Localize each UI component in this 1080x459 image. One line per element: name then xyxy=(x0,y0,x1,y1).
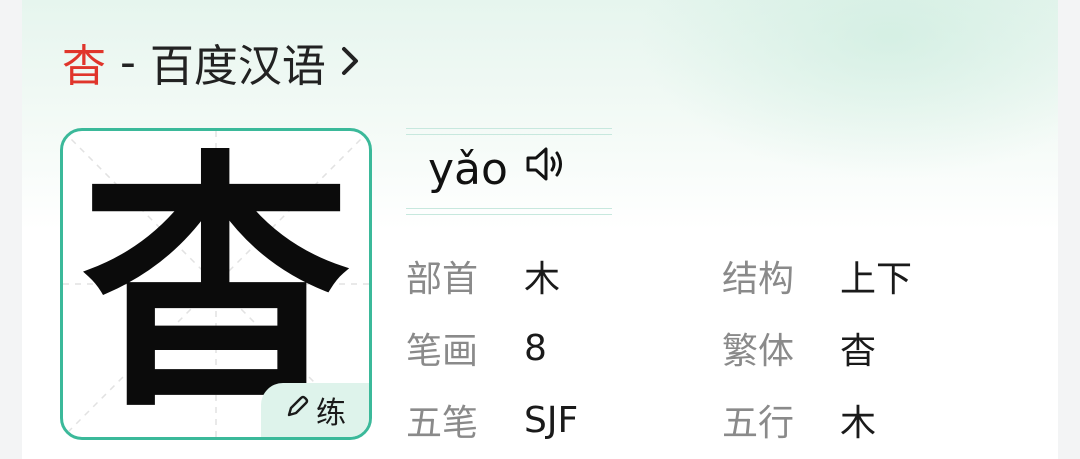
info-strokes: 笔画 8 xyxy=(406,322,547,374)
info-radical: 部首 木 xyxy=(406,250,560,302)
pinyin-guide-line xyxy=(406,128,612,129)
info-value: 杳 xyxy=(840,331,877,372)
pinyin-guide-line xyxy=(406,208,612,209)
info-value: 上下 xyxy=(840,259,913,300)
info-label: 部首 xyxy=(406,259,479,300)
pinyin-text: yǎo xyxy=(428,144,508,195)
info-label: 结构 xyxy=(722,259,795,300)
info-wuxing: 五行 木 xyxy=(722,394,876,446)
speaker-icon[interactable] xyxy=(524,144,570,195)
info-traditional: 繁体 杳 xyxy=(722,322,876,374)
title-separator: - xyxy=(120,36,136,88)
practice-button[interactable]: 练 xyxy=(261,383,369,437)
title-source: 百度汉语 xyxy=(149,41,326,92)
info-label: 笔画 xyxy=(406,331,479,372)
info-value: 8 xyxy=(524,327,547,369)
pinyin-guide-line xyxy=(406,214,612,215)
info-label: 五笔 xyxy=(406,403,479,444)
info-structure: 结构 上下 xyxy=(722,250,912,302)
title-character: 杳 xyxy=(62,41,106,92)
info-value: 木 xyxy=(524,259,561,300)
pencil-icon xyxy=(284,393,316,428)
info-wubi: 五笔 SJF xyxy=(406,394,578,446)
info-label: 繁体 xyxy=(722,331,795,372)
info-label: 五行 xyxy=(722,403,795,444)
dictionary-card: 杳 - 百度汉语 杳 练 yǎo 部首 木 结构 上下 笔画 8 繁体 杳 五笔… xyxy=(22,0,1058,459)
pinyin-guide-line xyxy=(406,134,612,135)
practice-label: 练 xyxy=(316,396,346,431)
pinyin-panel: yǎo xyxy=(406,128,612,216)
dictionary-title-link[interactable]: 杳 - 百度汉语 xyxy=(62,30,360,94)
info-value: 木 xyxy=(840,403,877,444)
character-writing-box[interactable]: 杳 练 xyxy=(60,128,372,440)
info-value: SJF xyxy=(524,399,579,441)
chevron-right-icon xyxy=(340,37,360,88)
